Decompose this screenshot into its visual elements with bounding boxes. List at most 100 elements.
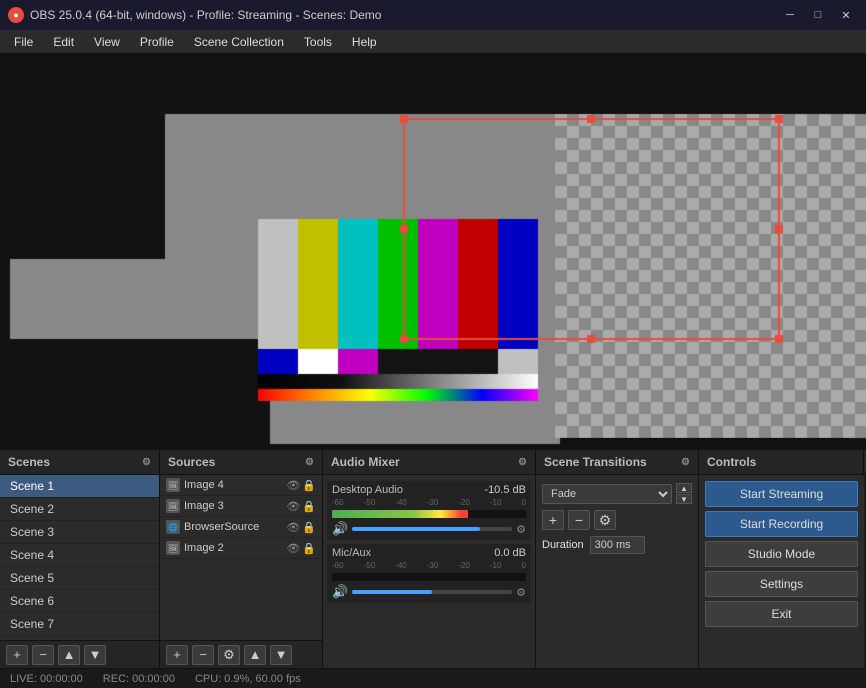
source-visibility-icon[interactable]: 👁 <box>286 542 300 555</box>
move-scene-down-button[interactable]: ▼ <box>84 645 106 665</box>
remove-scene-button[interactable]: − <box>32 645 54 665</box>
move-scene-up-button[interactable]: ▲ <box>58 645 80 665</box>
mixer-channel-header: Desktop Audio -10.5 dB <box>332 484 526 496</box>
mixer-volume-slider[interactable] <box>352 590 512 594</box>
controls-exit-button[interactable]: Exit <box>705 601 858 627</box>
source-item-3[interactable]: 🌐 BrowserSource 👁 🔒 <box>160 517 322 538</box>
source-visibility-icon[interactable]: 👁 <box>286 479 300 492</box>
source-controls: 👁 🔒 <box>286 521 316 534</box>
mixer-config-icon[interactable]: ⚙ <box>518 457 527 468</box>
menu-help[interactable]: Help <box>342 30 387 53</box>
move-source-down-button[interactable]: ▼ <box>270 645 292 665</box>
scenes-config-icon[interactable]: ⚙ <box>142 457 151 468</box>
mixer-volume-fill <box>352 527 480 531</box>
scene-item-1[interactable]: Scene 1 <box>0 475 159 498</box>
controls-title: Controls <box>707 455 756 469</box>
menu-edit[interactable]: Edit <box>43 30 84 53</box>
trans-down-arrow[interactable]: ▼ <box>676 494 692 504</box>
source-lock-icon[interactable]: 🔒 <box>302 521 316 534</box>
source-properties-button[interactable]: ⚙ <box>218 645 240 665</box>
mixer-level-meter <box>332 573 526 581</box>
maximize-button[interactable]: □ <box>806 5 830 25</box>
source-name-label: Image 4 <box>184 479 282 491</box>
transitions-title: Scene Transitions <box>544 455 647 469</box>
duration-label: Duration <box>542 539 584 551</box>
rec-status: REC: 00:00:00 <box>103 673 175 685</box>
remove-source-button[interactable]: − <box>192 645 214 665</box>
minimize-button[interactable]: ─ <box>778 5 802 25</box>
sources-toolbar: + − ⚙ ▲ ▼ <box>160 640 322 668</box>
move-source-up-button[interactable]: ▲ <box>244 645 266 665</box>
scene-item-6[interactable]: Scene 6 <box>0 590 159 613</box>
controls-panel: Start Streaming Start Recording Studio Mod… <box>699 475 864 668</box>
transition-type-select[interactable]: Fade Cut Swipe <box>542 484 672 504</box>
source-type-icon: 🖼 <box>166 478 180 492</box>
source-name-label: BrowserSource <box>184 521 282 533</box>
scene-item-2[interactable]: Scene 2 <box>0 498 159 521</box>
source-item-4[interactable]: 🖼 Image 2 👁 🔒 <box>160 538 322 559</box>
mixer-channel-controls: 🔊 ⚙ <box>332 521 526 537</box>
mixer-mute-button[interactable]: 🔊 <box>332 584 348 600</box>
source-item-2[interactable]: 🖼 Image 3 👁 🔒 <box>160 496 322 517</box>
controls-studio-mode-button[interactable]: Studio Mode <box>705 541 858 567</box>
transition-type-row: Fade Cut Swipe ▲ ▼ <box>542 483 692 504</box>
controls-start-recording-button[interactable]: Start Recording <box>705 511 858 537</box>
source-controls: 👁 🔒 <box>286 542 316 555</box>
controls-settings-button[interactable]: Settings <box>705 571 858 597</box>
mixer-volume-slider[interactable] <box>352 527 512 531</box>
mixer-meter-scale: -60-50-40-30-20-100 <box>332 561 526 570</box>
bottom-panels: Scenes ⚙ Sources ⚙ Audio Mixer ⚙ Scene T… <box>0 449 866 668</box>
menu-file[interactable]: File <box>4 30 43 53</box>
scene-item-7[interactable]: Scene 7 <box>0 613 159 636</box>
sources-config-icon[interactable]: ⚙ <box>305 457 314 468</box>
menu-profile[interactable]: Profile <box>130 30 184 53</box>
transitions-config-icon[interactable]: ⚙ <box>681 457 690 468</box>
menu-scene-collection[interactable]: Scene Collection <box>184 30 294 53</box>
transition-buttons: + − ⚙ <box>542 510 692 530</box>
cpu-status: CPU: 0.9%, 60.00 fps <box>195 673 301 685</box>
transition-settings-button[interactable]: ⚙ <box>594 510 616 530</box>
source-visibility-icon[interactable]: 👁 <box>286 500 300 513</box>
source-name-label: Image 2 <box>184 542 282 554</box>
mixer-settings-icon[interactable]: ⚙ <box>516 586 526 599</box>
scene-item-3[interactable]: Scene 3 <box>0 521 159 544</box>
scene-item-4[interactable]: Scene 4 <box>0 544 159 567</box>
scene-item-5[interactable]: Scene 5 <box>0 567 159 590</box>
source-list: 🖼 Image 4 👁 🔒 🖼 Image 3 👁 🔒 🌐 BrowserSou… <box>160 475 322 640</box>
duration-row: Duration <box>542 536 692 554</box>
app-icon: ● <box>8 7 24 23</box>
source-lock-icon[interactable]: 🔒 <box>302 500 316 513</box>
controls-panel-header: Controls <box>699 450 864 474</box>
mixer-channel-db: 0.0 dB <box>494 547 526 559</box>
panels-content: Scene 1Scene 2Scene 3Scene 4Scene 5Scene… <box>0 475 866 668</box>
mixer-channel-name: Desktop Audio <box>332 484 403 496</box>
mixer-panel: Desktop Audio -10.5 dB -60-50-40-30-20-1… <box>323 475 536 668</box>
source-item-1[interactable]: 🖼 Image 4 👁 🔒 <box>160 475 322 496</box>
scenes-toolbar: + − ▲ ▼ <box>0 640 159 668</box>
transition-type-arrows: ▲ ▼ <box>676 483 692 504</box>
live-status: LIVE: 00:00:00 <box>10 673 83 685</box>
mixer-settings-icon[interactable]: ⚙ <box>516 523 526 536</box>
add-scene-button[interactable]: + <box>6 645 28 665</box>
add-transition-button[interactable]: + <box>542 510 564 530</box>
controls-start-streaming-button[interactable]: Start Streaming <box>705 481 858 507</box>
live-label: LIVE: <box>10 673 37 685</box>
source-type-icon: 🖼 <box>166 499 180 513</box>
source-lock-icon[interactable]: 🔒 <box>302 479 316 492</box>
source-visibility-icon[interactable]: 👁 <box>286 521 300 534</box>
duration-input[interactable] <box>590 536 645 554</box>
source-controls: 👁 🔒 <box>286 479 316 492</box>
trans-up-arrow[interactable]: ▲ <box>676 483 692 493</box>
menu-view[interactable]: View <box>84 30 130 53</box>
menu-bar: File Edit View Profile Scene Collection … <box>0 30 866 54</box>
status-bar: LIVE: 00:00:00 REC: 00:00:00 CPU: 0.9%, … <box>0 668 866 688</box>
mixer-mute-button[interactable]: 🔊 <box>332 521 348 537</box>
add-source-button[interactable]: + <box>166 645 188 665</box>
close-button[interactable]: ✕ <box>834 5 858 25</box>
menu-tools[interactable]: Tools <box>294 30 342 53</box>
transitions-panel: Fade Cut Swipe ▲ ▼ + − ⚙ Duration <box>536 475 699 668</box>
preview-area[interactable] <box>0 54 866 449</box>
remove-transition-button[interactable]: − <box>568 510 590 530</box>
source-lock-icon[interactable]: 🔒 <box>302 542 316 555</box>
scenes-panel: Scene 1Scene 2Scene 3Scene 4Scene 5Scene… <box>0 475 160 668</box>
